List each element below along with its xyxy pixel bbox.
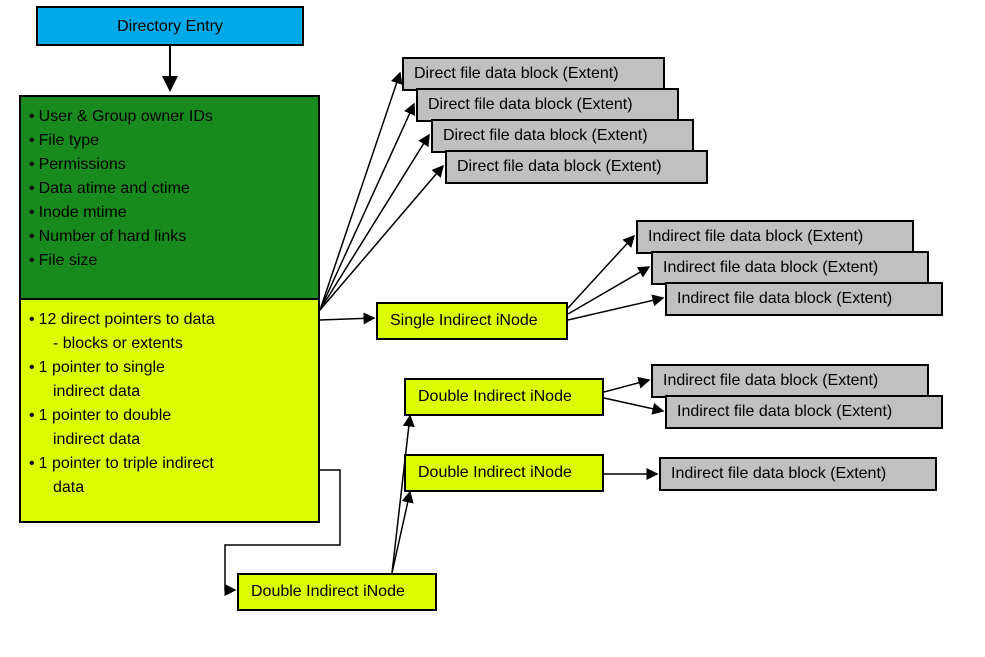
indirect-block-label: Indirect file data block (Extent) — [677, 403, 892, 420]
indirect-block: Indirect file data block (Extent) — [636, 220, 914, 254]
inode-ptr-sub: indirect data — [29, 430, 310, 450]
double-indirect-label: Double Indirect iNode — [418, 464, 572, 481]
inode-ptr-sub: data — [29, 478, 310, 498]
double-indirect-bottom-label: Double Indirect iNode — [251, 583, 405, 600]
inode-metadata-box: User & Group owner IDs File type Permiss… — [19, 95, 320, 300]
direct-block-label: Direct file data block (Extent) — [457, 158, 662, 175]
direct-block-label: Direct file data block (Extent) — [414, 65, 619, 82]
indirect-block: Indirect file data block (Extent) — [665, 282, 943, 316]
inode-pointers-box: 12 direct pointers to data - blocks or e… — [19, 298, 320, 523]
inode-ptr-item: 1 pointer to single — [29, 358, 310, 378]
indirect-block-label: Indirect file data block (Extent) — [671, 465, 886, 482]
indirect-block-label: Indirect file data block (Extent) — [648, 228, 863, 245]
indirect-block: Indirect file data block (Extent) — [659, 457, 937, 491]
inode-ptr-sub: indirect data — [29, 382, 310, 402]
inode-ptr-item: 1 pointer to double — [29, 406, 310, 426]
indirect-block-label: Indirect file data block (Extent) — [663, 259, 878, 276]
direct-block-label: Direct file data block (Extent) — [428, 96, 633, 113]
direct-block: Direct file data block (Extent) — [445, 150, 708, 184]
inode-meta-item: User & Group owner IDs — [29, 107, 310, 127]
inode-meta-item: Inode mtime — [29, 203, 310, 223]
directory-entry-label: Directory Entry — [117, 18, 223, 35]
indirect-block: Indirect file data block (Extent) — [651, 251, 929, 285]
double-indirect-label: Double Indirect iNode — [418, 388, 572, 405]
double-indirect-inode: Double Indirect iNode — [404, 454, 604, 492]
direct-block: Direct file data block (Extent) — [416, 88, 679, 122]
direct-block: Direct file data block (Extent) — [431, 119, 694, 153]
inode-ptr-item: 1 pointer to triple indirect — [29, 454, 310, 474]
direct-block: Direct file data block (Extent) — [402, 57, 665, 91]
indirect-block-label: Indirect file data block (Extent) — [663, 372, 878, 389]
direct-block-label: Direct file data block (Extent) — [443, 127, 648, 144]
single-indirect-label: Single Indirect iNode — [390, 312, 538, 329]
single-indirect-inode: Single Indirect iNode — [376, 302, 568, 340]
indirect-block: Indirect file data block (Extent) — [651, 364, 929, 398]
indirect-block-label: Indirect file data block (Extent) — [677, 290, 892, 307]
inode-meta-item: Data atime and ctime — [29, 179, 310, 199]
indirect-block: Indirect file data block (Extent) — [665, 395, 943, 429]
double-indirect-inode-bottom: Double Indirect iNode — [237, 573, 437, 611]
inode-meta-item: Permissions — [29, 155, 310, 175]
inode-meta-item: Number of hard links — [29, 227, 310, 247]
inode-meta-item: File type — [29, 131, 310, 151]
inode-ptr-item: 12 direct pointers to data — [29, 310, 310, 330]
inode-ptr-sub: - blocks or extents — [29, 334, 310, 354]
inode-meta-item: File size — [29, 251, 310, 271]
directory-entry-box: Directory Entry — [36, 6, 304, 46]
double-indirect-inode: Double Indirect iNode — [404, 378, 604, 416]
